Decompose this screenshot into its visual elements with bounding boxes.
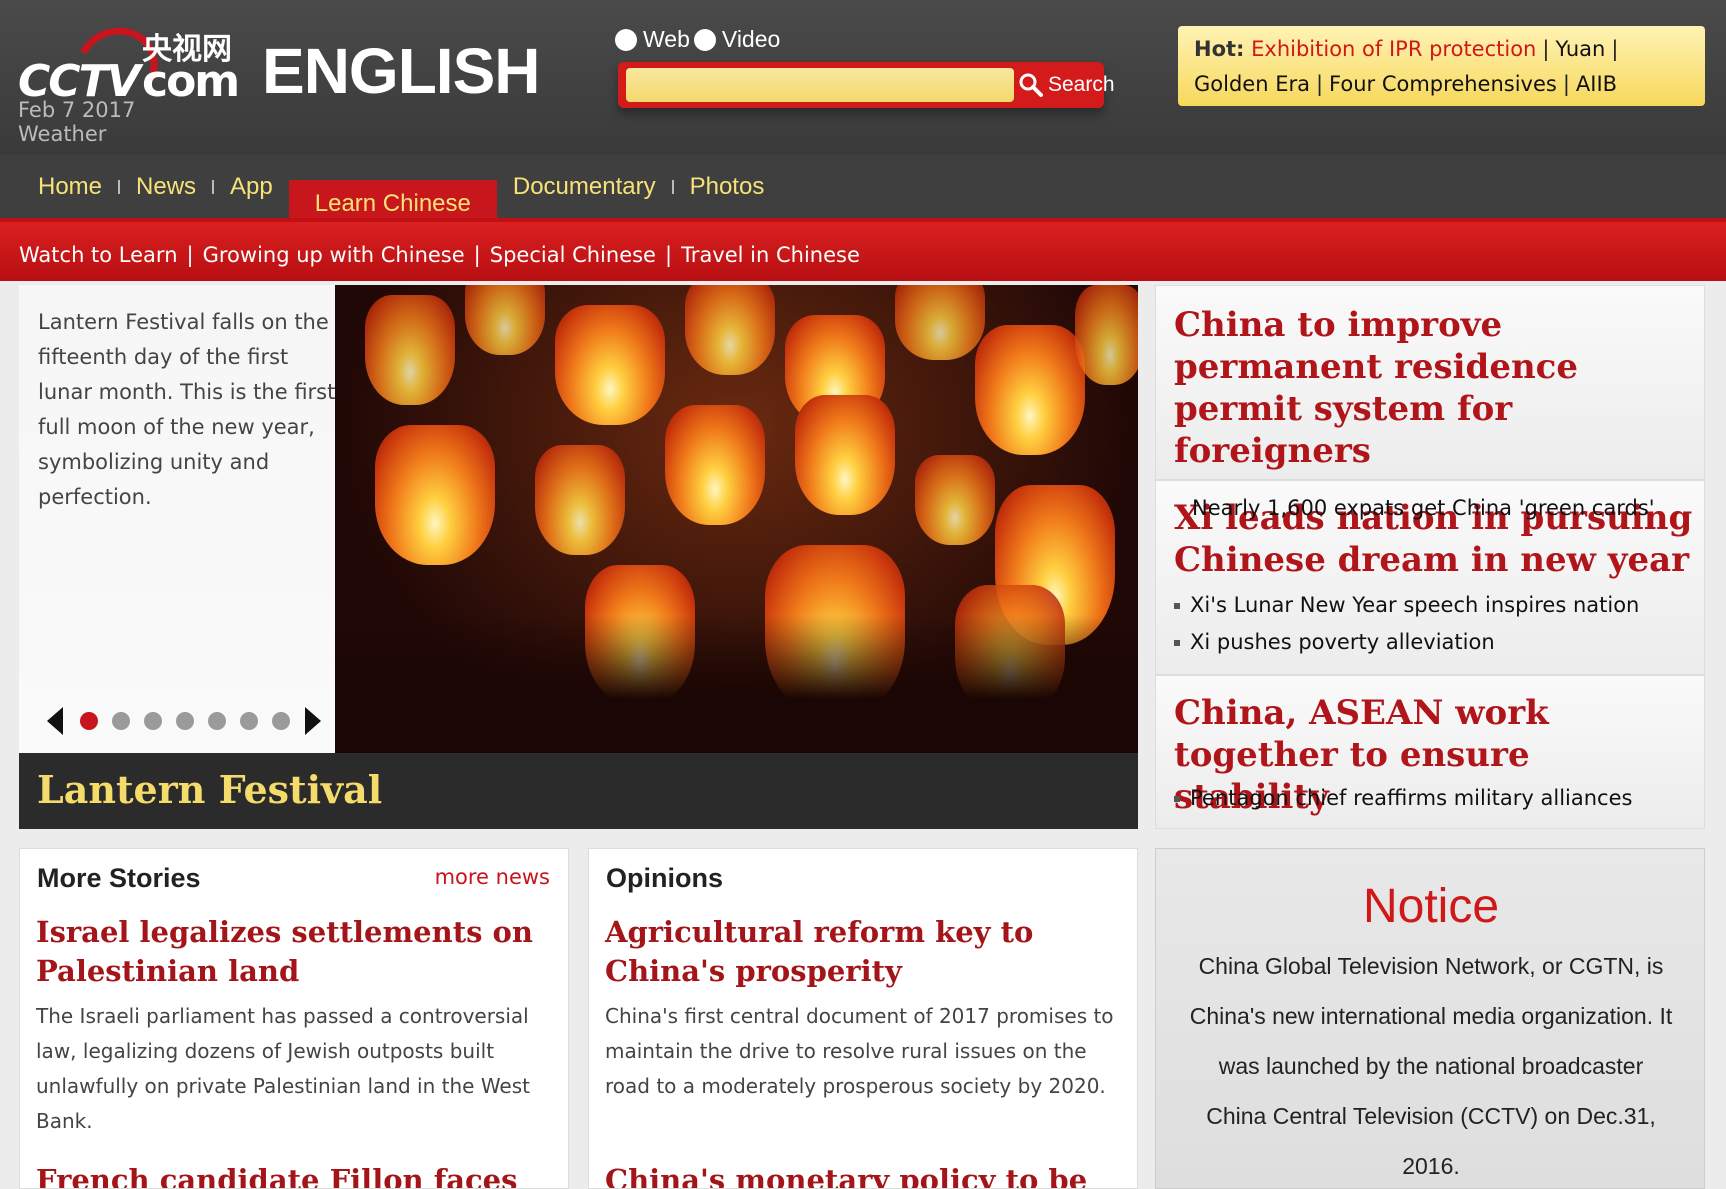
notice-title: Notice xyxy=(1362,880,1500,933)
video-radio-label[interactable]: Video xyxy=(722,26,780,53)
more-stories-panel: More Stories more news Israel legalizes … xyxy=(19,848,569,1189)
hot-link[interactable]: Yuan xyxy=(1555,37,1605,61)
story-description: The Israeli parliament has passed a cont… xyxy=(36,1004,530,1133)
headline-bullet-link[interactable]: Xi's Lunar New Year speech inspires nati… xyxy=(1174,587,1639,624)
hot-link[interactable]: AIIB xyxy=(1576,72,1617,96)
story-title[interactable]: Agricultural reform key to China's prosp… xyxy=(605,913,1085,991)
site-header: 央视网 CCTV com ENGLISH Feb 7 2017 Weather … xyxy=(0,0,1726,155)
more-news-link[interactable]: more news xyxy=(435,865,550,889)
carousel-dot[interactable] xyxy=(240,712,258,730)
hot-separator: | xyxy=(1611,37,1619,61)
nav-item-photos[interactable]: Photos xyxy=(674,167,781,207)
carousel-prev-arrow-icon[interactable] xyxy=(47,707,63,735)
search-type-radios: Web Video xyxy=(615,26,784,53)
nav-item-news[interactable]: News xyxy=(120,167,212,207)
subnav-separator: | xyxy=(473,243,481,267)
hero-image-lanterns[interactable] xyxy=(335,285,1138,753)
hero-carousel: Lantern Festival falls on the fifteenth … xyxy=(19,285,1138,829)
hot-topics: Hot: Exhibition of IPR protection | Yuan | … xyxy=(1178,26,1705,106)
hot-separator: | xyxy=(1562,72,1570,96)
web-radio-label[interactable]: Web xyxy=(643,26,690,53)
headline-block: China to improve permanent residence per… xyxy=(1156,286,1704,481)
nav-item-home[interactable]: Home xyxy=(22,167,118,207)
subnav-item-special-chinese[interactable]: Special Chinese xyxy=(490,243,656,267)
search-icon xyxy=(1019,73,1043,97)
story-title[interactable]: China's monetary policy to be xyxy=(605,1161,1125,1188)
more-stories-title: More Stories xyxy=(37,863,201,893)
top-headlines: China to improve permanent residence per… xyxy=(1155,285,1705,829)
hot-label: Hot: xyxy=(1194,37,1245,61)
hero-text-panel: Lantern Festival falls on the fifteenth … xyxy=(19,285,335,753)
search-input[interactable] xyxy=(626,68,1014,102)
headline-bullets: Pentagon chief reaffirms military allian… xyxy=(1174,780,1632,817)
search-box: Search xyxy=(618,62,1115,108)
opinions-panel: Opinions Agricultural reform key to Chin… xyxy=(588,848,1138,1189)
hero-caption-bar: Lantern Festival xyxy=(19,753,1138,829)
headline-block: China, ASEAN work together to ensure sta… xyxy=(1156,676,1704,828)
site-name[interactable]: ENGLISH xyxy=(262,34,540,108)
headline-title[interactable]: China to improve permanent residence per… xyxy=(1174,304,1614,472)
subnav-item-growing-up[interactable]: Growing up with Chinese xyxy=(203,243,465,267)
story-title[interactable]: Israel legalizes settlements on Palestin… xyxy=(36,913,536,991)
weather-link[interactable]: Weather xyxy=(18,122,106,146)
headline-bullet-link[interactable]: Pentagon chief reaffirms military allian… xyxy=(1174,780,1632,817)
carousel-dot[interactable] xyxy=(272,712,290,730)
carousel-dot[interactable] xyxy=(176,712,194,730)
hero-title[interactable]: Lantern Festival xyxy=(37,767,382,812)
hot-separator: | xyxy=(1542,37,1550,61)
carousel-controls xyxy=(47,707,321,735)
search-button[interactable]: Search xyxy=(1018,66,1115,104)
main-nav: Home News App Learn Chinese Documentary … xyxy=(0,155,1726,231)
headline-sub-link[interactable]: Nearly 1,600 expats get China 'green car… xyxy=(1192,496,1655,520)
hero-description: Lantern Festival falls on the fifteenth … xyxy=(38,310,336,509)
subnav-separator: | xyxy=(186,243,194,267)
sub-nav: Watch to Learn | Growing up with Chinese… xyxy=(0,218,1726,281)
nav-item-documentary[interactable]: Documentary xyxy=(497,167,672,207)
carousel-dot[interactable] xyxy=(112,712,130,730)
story-description: China's first central document of 2017 p… xyxy=(605,1004,1114,1098)
hot-link[interactable]: Four Comprehensives xyxy=(1329,72,1557,96)
carousel-dot[interactable] xyxy=(144,712,162,730)
subnav-item-watch-to-learn[interactable]: Watch to Learn xyxy=(19,243,178,267)
carousel-next-arrow-icon[interactable] xyxy=(305,707,321,735)
carousel-dot[interactable] xyxy=(80,712,98,730)
current-date: Feb 7 2017 xyxy=(18,98,136,122)
search-button-label: Search xyxy=(1048,73,1115,96)
hot-separator: | xyxy=(1315,72,1324,96)
web-radio[interactable] xyxy=(615,28,637,51)
story-title[interactable]: French candidate Fillon faces xyxy=(36,1161,556,1188)
notice-panel: Notice China Global Television Network, … xyxy=(1155,848,1705,1189)
video-radio[interactable] xyxy=(693,28,716,51)
nav-item-app[interactable]: App xyxy=(214,167,289,207)
carousel-dot[interactable] xyxy=(208,712,226,730)
logo-com-text: com xyxy=(142,56,240,107)
notice-body: China Global Television Network, or CGTN… xyxy=(1189,953,1673,1179)
hot-link[interactable]: Golden Era xyxy=(1194,72,1310,96)
headline-bullet-link[interactable]: Xi pushes poverty alleviation xyxy=(1174,624,1639,661)
cctv-logo[interactable]: 央视网 CCTV com xyxy=(18,16,240,116)
subnav-separator: | xyxy=(664,243,673,267)
hot-link[interactable]: Exhibition of IPR protection xyxy=(1251,37,1536,61)
opinions-title: Opinions xyxy=(606,863,723,893)
headline-bullets: Xi's Lunar New Year speech inspires nati… xyxy=(1174,587,1639,661)
subnav-item-travel[interactable]: Travel in Chinese xyxy=(681,243,860,267)
